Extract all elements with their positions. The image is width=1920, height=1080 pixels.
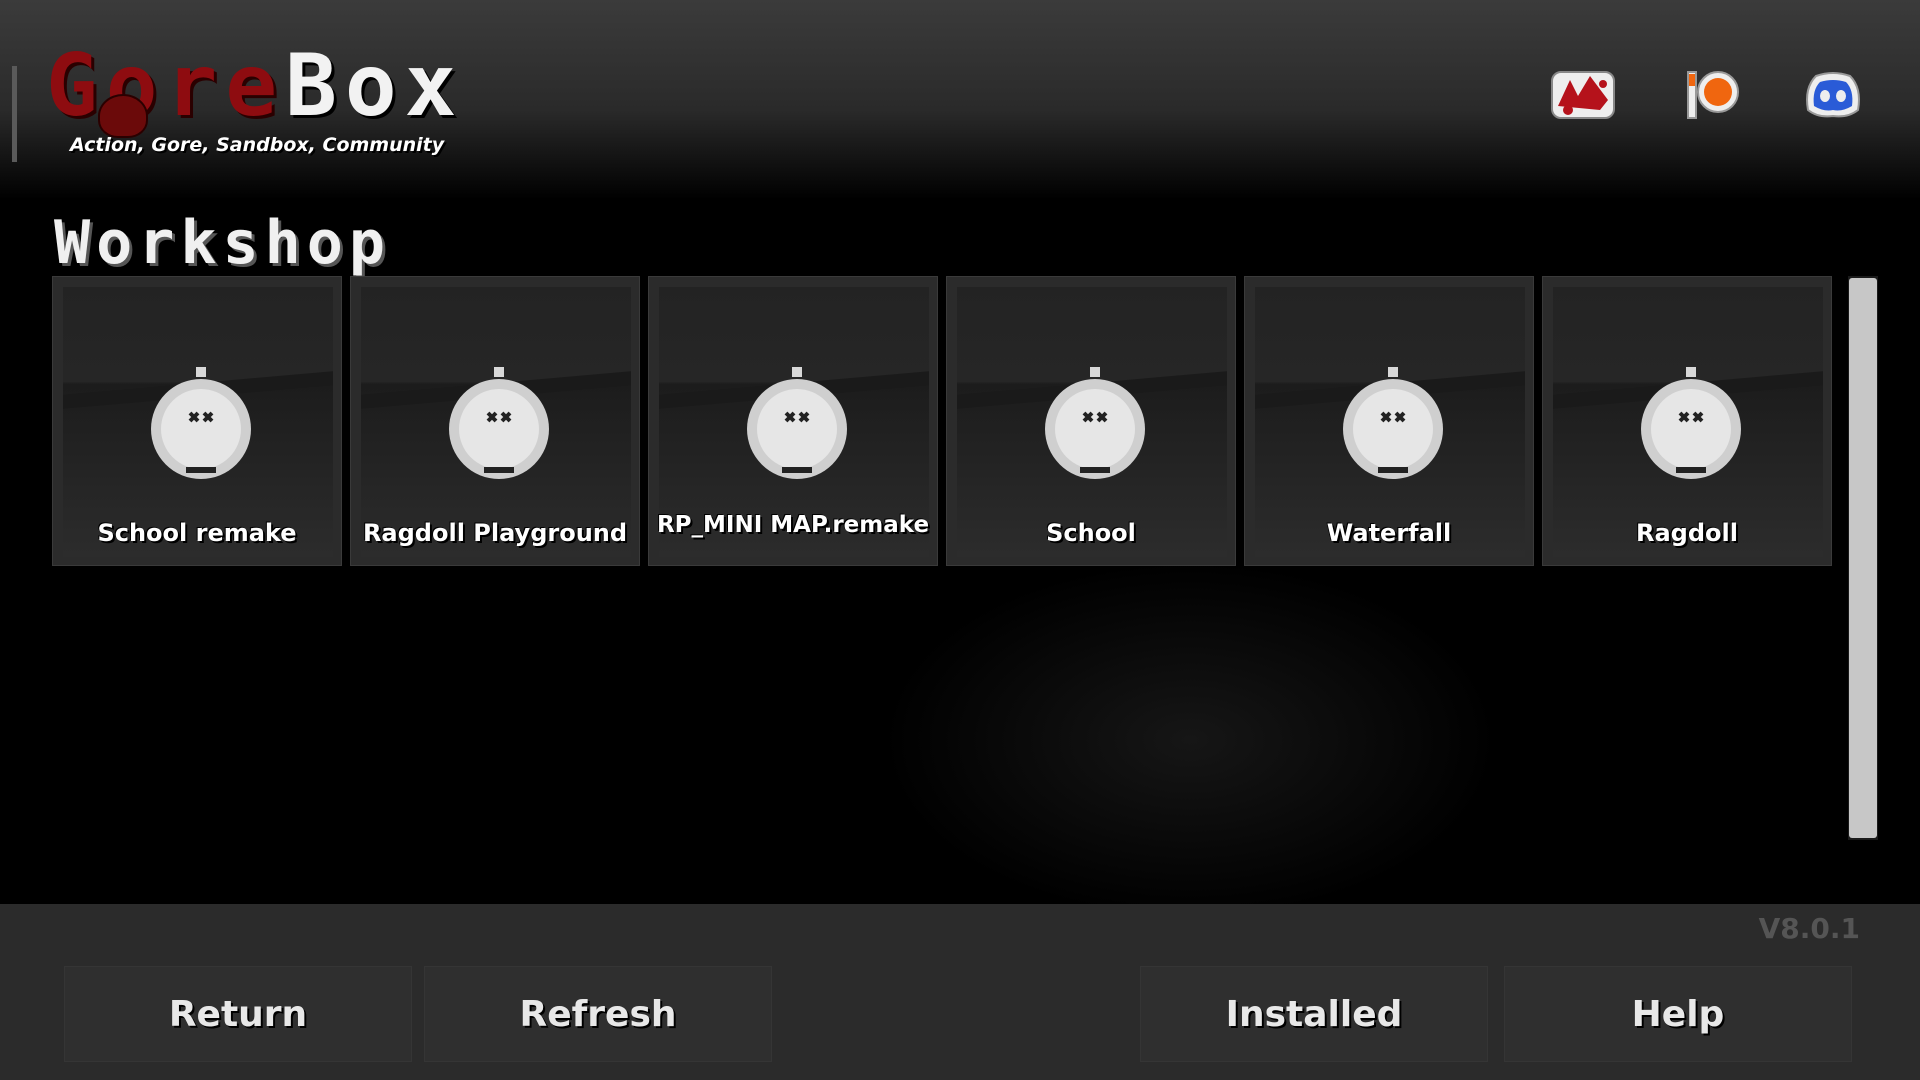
return-button[interactable]: Return bbox=[64, 966, 412, 1062]
item-title: School bbox=[1046, 519, 1136, 547]
help-button[interactable]: Help bbox=[1504, 966, 1852, 1062]
patreon-icon[interactable] bbox=[1676, 66, 1746, 122]
placeholder-face-icon bbox=[1343, 367, 1443, 479]
item-title: Ragdoll Playground bbox=[362, 519, 628, 547]
placeholder-face-icon bbox=[151, 367, 251, 479]
gorebox-red-icon[interactable] bbox=[1548, 66, 1618, 122]
background-figure bbox=[880, 560, 1500, 920]
placeholder-face-icon bbox=[1641, 367, 1741, 479]
gorebox-logo: GoreBox Action, Gore, Sandbox, Community bbox=[46, 38, 456, 168]
workshop-item[interactable]: RP_MINI MAP.remake bbox=[648, 276, 938, 566]
item-title: Waterfall bbox=[1326, 519, 1452, 547]
logo-tagline: Action, Gore, Sandbox, Community bbox=[70, 134, 445, 156]
item-title: Ragdoll bbox=[1636, 519, 1738, 547]
workshop-item[interactable]: School remake bbox=[52, 276, 342, 566]
item-title: School remake bbox=[97, 519, 297, 547]
version-label: V8.0.1 bbox=[1758, 912, 1860, 945]
workshop-item[interactable]: Waterfall bbox=[1244, 276, 1534, 566]
item-title: RP_MINI MAP.remake bbox=[656, 512, 930, 538]
discord-icon[interactable] bbox=[1798, 66, 1868, 122]
skull-icon bbox=[98, 94, 148, 138]
header-accent-bar bbox=[12, 66, 17, 162]
workshop-item[interactable]: Ragdoll bbox=[1542, 276, 1832, 566]
installed-button[interactable]: Installed bbox=[1140, 966, 1488, 1062]
scrollbar-thumb[interactable] bbox=[1849, 278, 1877, 838]
header: GoreBox Action, Gore, Sandbox, Community bbox=[0, 0, 1920, 200]
page-title: Workshop bbox=[54, 208, 391, 278]
placeholder-face-icon bbox=[747, 367, 847, 479]
workshop-item[interactable]: Ragdoll Playground bbox=[350, 276, 640, 566]
workshop-item[interactable]: School bbox=[946, 276, 1236, 566]
placeholder-face-icon bbox=[1045, 367, 1145, 479]
placeholder-face-icon bbox=[449, 367, 549, 479]
refresh-button[interactable]: Refresh bbox=[424, 966, 772, 1062]
